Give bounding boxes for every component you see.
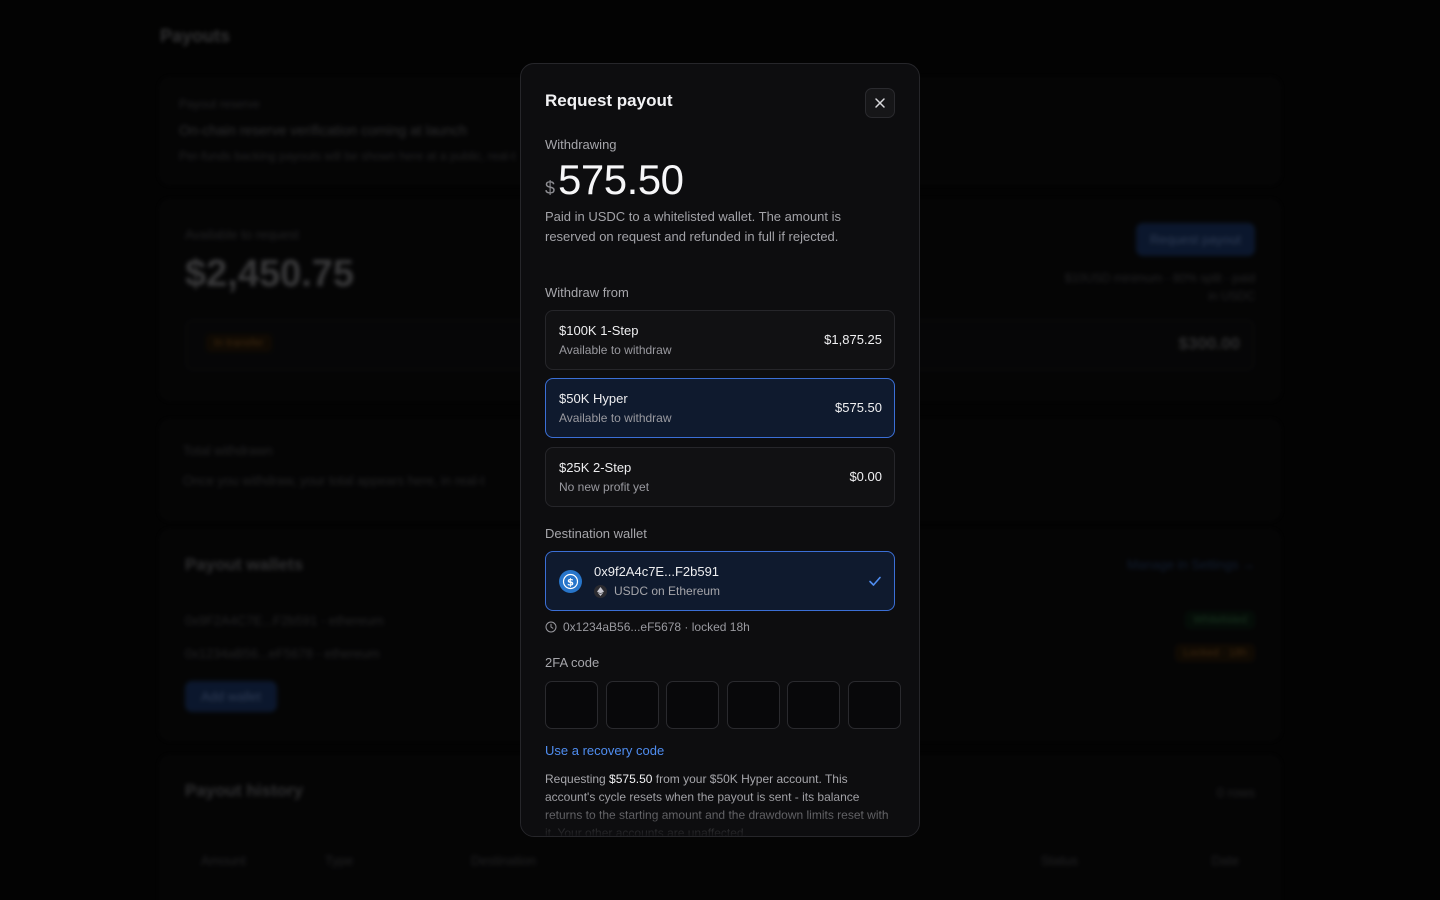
otp-digit-1[interactable]: [545, 681, 598, 729]
recovery-code-link[interactable]: Use a recovery code: [545, 743, 664, 758]
destination-wallet-option[interactable]: $ 0x9f2A4c7E...F2b591 USDC on Ethereum: [545, 551, 895, 611]
summary-prefix: Requesting: [545, 772, 610, 786]
withdraw-amount: $ 575.50: [545, 156, 684, 204]
request-payout-modal: Request payout Withdrawing $ 575.50 Paid…: [520, 63, 920, 837]
account-name: $25K 2-Step: [559, 460, 632, 475]
otp-digit-6[interactable]: [847, 681, 901, 729]
account-amount: $1,875.25: [824, 332, 882, 347]
account-sub: No new profit yet: [559, 480, 650, 494]
otp-digit-3[interactable]: [666, 681, 720, 729]
account-name: $100K 1-Step: [559, 323, 639, 338]
currency-symbol: $: [545, 178, 556, 198]
wallet-network: USDC on Ethereum: [594, 584, 720, 598]
account-sub: Available to withdraw: [559, 411, 672, 425]
locked-wallet-note: 0x1234aB56...eF5678 · locked 18h: [545, 620, 750, 634]
account-option-25k[interactable]: $25K 2-Step No new profit yet $0.00: [545, 447, 895, 507]
twofa-code-inputs: [545, 681, 901, 729]
account-sub: Available to withdraw: [559, 343, 672, 357]
withdrawing-label: Withdrawing: [545, 137, 617, 152]
withdraw-from-label: Withdraw from: [545, 285, 629, 300]
modal-title: Request payout: [545, 91, 673, 110]
destination-wallet-label: Destination wallet: [545, 526, 647, 541]
account-amount: $0.00: [849, 469, 882, 484]
otp-digit-5[interactable]: [787, 681, 841, 729]
ethereum-icon: [594, 584, 607, 598]
payout-summary: Requesting $575.50 from your $50K Hyper …: [545, 770, 895, 836]
close-button[interactable]: [865, 88, 895, 118]
account-option-50k[interactable]: $50K Hyper Available to withdraw $575.50: [545, 378, 895, 438]
svg-text:$: $: [567, 577, 574, 588]
usdc-icon: $: [559, 570, 582, 593]
otp-digit-4[interactable]: [726, 681, 780, 729]
summary-amount: $575.50: [609, 772, 653, 786]
account-amount: $575.50: [835, 400, 882, 415]
account-name: $50K Hyper: [559, 391, 628, 406]
wallet-address: 0x9f2A4c7E...F2b591: [594, 564, 720, 579]
check-icon: [869, 576, 881, 586]
otp-digit-2[interactable]: [605, 681, 659, 729]
locked-wallet-text: 0x1234aB56...eF5678 · locked 18h: [563, 620, 750, 634]
twofa-label: 2FA code: [545, 655, 600, 670]
amount-value: 575.50: [558, 156, 684, 203]
close-icon: [875, 98, 885, 108]
wallet-network-label: USDC on Ethereum: [614, 584, 721, 598]
clock-icon: [545, 621, 557, 633]
payout-description: Paid in USDC to a whitelisted wallet. Th…: [545, 209, 842, 244]
account-option-100k[interactable]: $100K 1-Step Available to withdraw $1,87…: [545, 310, 895, 370]
